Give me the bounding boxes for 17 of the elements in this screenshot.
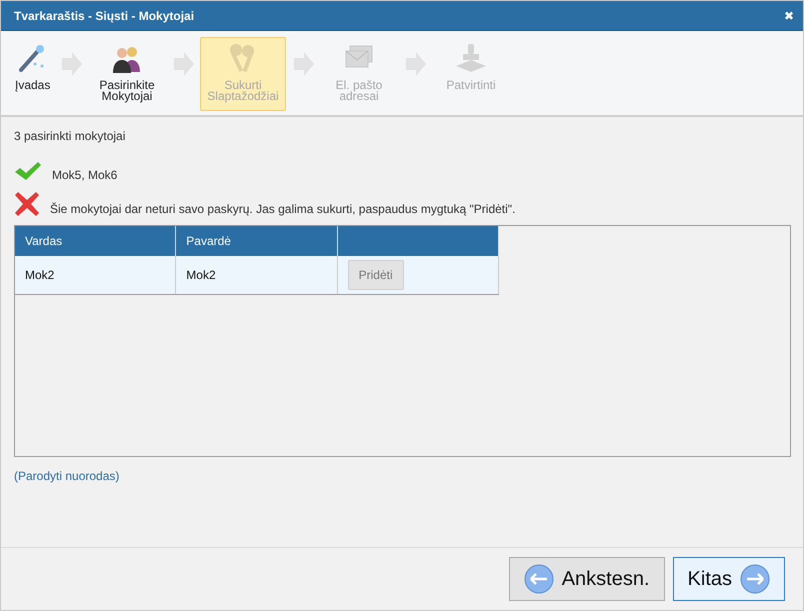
close-button[interactable]: ✖ [784,8,794,22]
selection-summary: 3 pasirinkti mokytojai [14,129,126,143]
window-title: Tvarkaraštis - Siųsti - Mokytojai [14,8,194,22]
show-links-link[interactable]: (Parodyti nuorodas) [14,469,120,483]
next-button[interactable]: Kitas [672,557,785,601]
column-header: Pavardė [176,226,338,256]
wizard-step[interactable]: Pasirinkite Mokytojai [88,37,166,111]
table-cell: Mok2 [15,256,176,294]
message-text: Mok5, Mok6 [52,168,118,183]
table-cell: Mok2 [176,256,338,294]
message-text: Šie mokytojai dar neturi savo paskyrų. Jas galima sukurti, paspaudus mygtuką "Pridėti". [50,202,516,217]
check-icon [14,161,42,183]
back-button[interactable]: Ankstesn. [508,557,665,601]
column-header: Vardas [15,226,176,256]
wizard-step[interactable]: Įvadas [6,37,54,111]
stamp-icon [454,42,488,74]
cross-icon [14,191,40,217]
